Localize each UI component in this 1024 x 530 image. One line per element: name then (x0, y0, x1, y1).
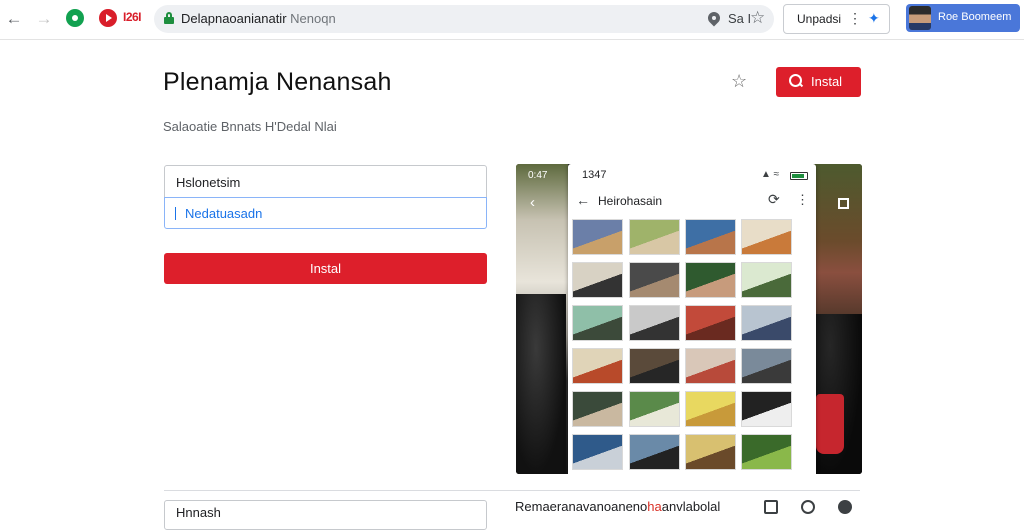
photo-thumbnail (685, 348, 736, 384)
shield-extension-icon[interactable] (66, 9, 84, 27)
photo-thumbnail (629, 434, 680, 470)
photo-thumbnail (685, 262, 736, 298)
photo-thumbnail (741, 219, 792, 255)
back-button[interactable]: ← (3, 8, 25, 30)
lock-icon (164, 12, 174, 24)
phone-back-icon: ← (576, 192, 590, 208)
install-top-label: Instal (811, 74, 843, 89)
arrow-left-icon: ← (5, 9, 23, 28)
photo-thumbnail (572, 305, 623, 341)
screenshot-preview[interactable]: 0:47 ‹ 1347 ▲ ≈ ← Heirohasain ⟳ ⋮ (516, 164, 862, 474)
photo-thumbnail (629, 391, 680, 427)
browser-toolbar: ← → I26I Delapnaoanianatir Nenoqn Sa I ☆… (0, 0, 1024, 40)
photo-thumbnail (572, 348, 623, 384)
profile-name: Roe Boomeem (938, 11, 1012, 23)
forward-button[interactable]: → (33, 8, 55, 30)
install-button-main[interactable]: Instal (164, 253, 487, 284)
search-icon (789, 74, 802, 87)
background-person-left (516, 294, 566, 474)
more-icon: ⋮ (796, 192, 809, 207)
phone-time: 1347 (582, 169, 607, 181)
signal-icon: ▲ ≈ (761, 169, 780, 180)
phone-title: Heirohasain (598, 194, 663, 208)
photo-thumbnail (629, 305, 680, 341)
url-host: Delapnaoanianatir (181, 11, 287, 26)
form-label: Hslonetsim (176, 175, 241, 190)
extension-label[interactable]: I26I (123, 10, 142, 24)
photo-thumbnail (629, 348, 680, 384)
input-value: Nedatuasadn (185, 206, 263, 221)
url-path: Nenoqn (286, 11, 336, 26)
photo-thumbnail (629, 262, 680, 298)
bottom-field-label: Hnnash (176, 505, 221, 520)
phone-header: ← Heirohasain ⟳ ⋮ (568, 188, 816, 216)
text-input[interactable]: Nedatuasadn (164, 197, 487, 229)
red-bag (816, 394, 844, 454)
photo-thumbnail (741, 348, 792, 384)
record-extension-icon[interactable] (99, 9, 117, 27)
photo-thumbnail (741, 391, 792, 427)
photo-thumbnail (629, 219, 680, 255)
phone-screen: 1347 ▲ ≈ ← Heirohasain ⟳ ⋮ (568, 164, 816, 474)
photo-thumbnail (685, 434, 736, 470)
photo-thumbnail (572, 219, 623, 255)
photo-thumbnail (741, 434, 792, 470)
url-text[interactable]: Delapnaoanianatir Nenoqn (181, 11, 336, 26)
updates-button[interactable]: Unpadsi ⋮ ✦ (783, 4, 890, 34)
page-subtitle: Salaoatie Bnnats H'Dedal Nlai (163, 119, 337, 134)
refresh-icon: ⟳ (768, 191, 780, 207)
avatar (909, 6, 931, 30)
form-field: Hslonetsim Nedatuasadn (164, 165, 487, 229)
photo-thumbnail (572, 262, 623, 298)
photo-thumbnail (741, 305, 792, 341)
updates-label: Unpadsi (797, 12, 842, 26)
photo-thumbnail (685, 391, 736, 427)
preview-back-icon: ‹ (530, 194, 535, 211)
extensions-icon[interactable]: ✦ (868, 10, 880, 27)
photo-thumbnail (685, 219, 736, 255)
bottom-field[interactable]: Hnnash (164, 500, 487, 530)
kebab-menu-icon[interactable]: ⋮ (848, 10, 862, 27)
site-info-text[interactable]: Sa I (728, 11, 751, 26)
wishlist-icon[interactable]: ☆ (731, 71, 747, 92)
install-button-top[interactable]: Instal (776, 67, 861, 97)
preview-square-icon (838, 198, 849, 209)
address-bar[interactable]: Delapnaoanianatir Nenoqn Sa I ☆ (154, 5, 774, 33)
page-title: Plenamja Nenansah (163, 68, 392, 96)
location-icon[interactable] (708, 12, 720, 26)
photo-thumbnail (572, 391, 623, 427)
text-caret (175, 207, 176, 220)
photo-thumbnail (685, 305, 736, 341)
arrow-right-icon: → (35, 9, 53, 28)
bookmark-star-icon[interactable]: ☆ (750, 8, 765, 28)
battery-icon (790, 172, 808, 180)
phone-status-bar: 1347 ▲ ≈ (568, 164, 816, 186)
photo-thumbnail (572, 434, 623, 470)
divider (164, 490, 860, 491)
profile-button[interactable]: Roe Boomeem (906, 4, 1020, 32)
photo-thumbnail (741, 262, 792, 298)
preview-time: 0:47 (528, 170, 548, 181)
